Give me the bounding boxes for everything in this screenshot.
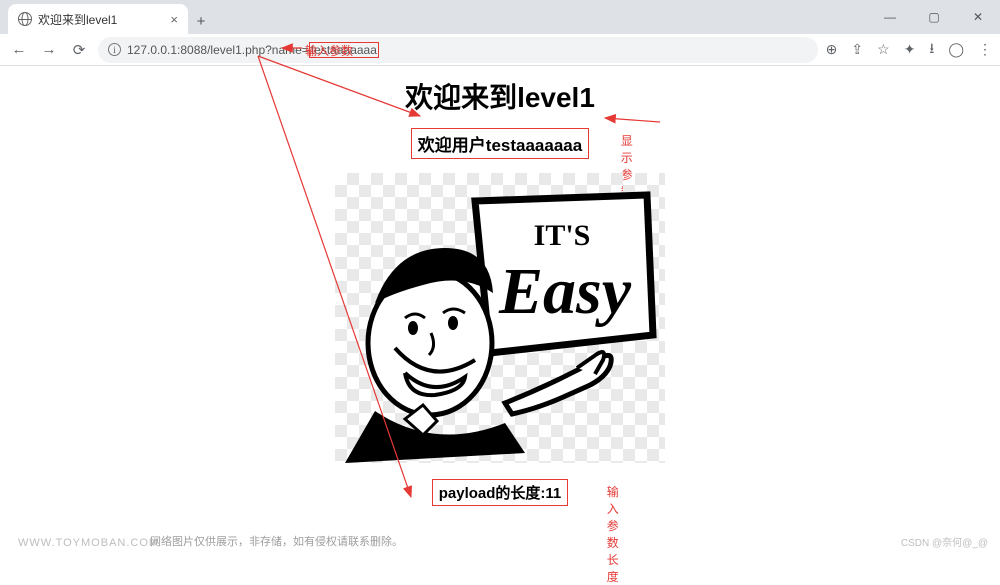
welcome-user-text: 欢迎用户testaaaaaaa xyxy=(411,128,589,159)
illustration-image: IT'S Easy xyxy=(335,173,665,463)
annotation-input-param: 输入参数 xyxy=(305,42,353,59)
window-minimize-button[interactable]: — xyxy=(868,10,912,24)
illustration-top-text: IT'S xyxy=(534,219,591,252)
search-icon[interactable]: ⊕ xyxy=(826,41,838,58)
download-icon[interactable]: ⭳ xyxy=(929,38,934,62)
page-title: 欢迎来到level1 xyxy=(0,76,1000,116)
back-button[interactable]: ← xyxy=(8,39,30,61)
watermark-disclaimer: 网络图片仅供展示，非存储，如有侵权请联系删除。 xyxy=(150,533,403,549)
illustration-main-text: Easy xyxy=(498,255,632,328)
tab-title: 欢迎来到level1 xyxy=(38,11,117,28)
window-maximize-button[interactable]: ▢ xyxy=(912,10,956,24)
reload-button[interactable]: ⟳ xyxy=(68,39,90,61)
window-controls: — ▢ ✕ xyxy=(868,0,1000,34)
new-tab-button[interactable]: + xyxy=(188,8,214,34)
window-close-button[interactable]: ✕ xyxy=(956,10,1000,24)
browser-toolbar: ← → ⟳ i 127.0.0.1:8088/level1.php?name=t… xyxy=(0,34,1000,66)
extensions-icon[interactable]: ✦ xyxy=(904,41,916,58)
annotation-payload-length: 输入参数长度 xyxy=(607,483,619,585)
its-easy-drawing: IT'S Easy xyxy=(335,173,665,463)
globe-icon xyxy=(18,12,32,26)
payload-length-text: payload的长度:11 xyxy=(432,479,569,506)
menu-icon[interactable]: ⋮ xyxy=(978,41,992,58)
tab-close-icon[interactable]: × xyxy=(170,12,178,27)
toolbar-right-icons: ⊕ ⇪ ☆ ✦ ⭳ ◯ ⋮ xyxy=(826,38,992,62)
browser-titlebar: 欢迎来到level1 × + — ▢ ✕ xyxy=(0,0,1000,34)
address-bar[interactable]: i 127.0.0.1:8088/level1.php?name=testaaa… xyxy=(98,37,818,63)
share-icon[interactable]: ⇪ xyxy=(851,41,863,58)
page-content: 欢迎来到level1 欢迎用户testaaaaaaa 显示参数 IT'S Eas… xyxy=(0,66,1000,506)
watermark-credit: CSDN @奈何@_@ xyxy=(901,534,988,549)
profile-icon[interactable]: ◯ xyxy=(948,41,964,58)
watermark-site: WWW.TOYMOBAN.COM xyxy=(18,537,159,549)
browser-tab[interactable]: 欢迎来到level1 × xyxy=(8,4,188,34)
bookmark-icon[interactable]: ☆ xyxy=(877,41,890,58)
site-info-icon[interactable]: i xyxy=(108,43,121,56)
forward-button[interactable]: → xyxy=(38,39,60,61)
